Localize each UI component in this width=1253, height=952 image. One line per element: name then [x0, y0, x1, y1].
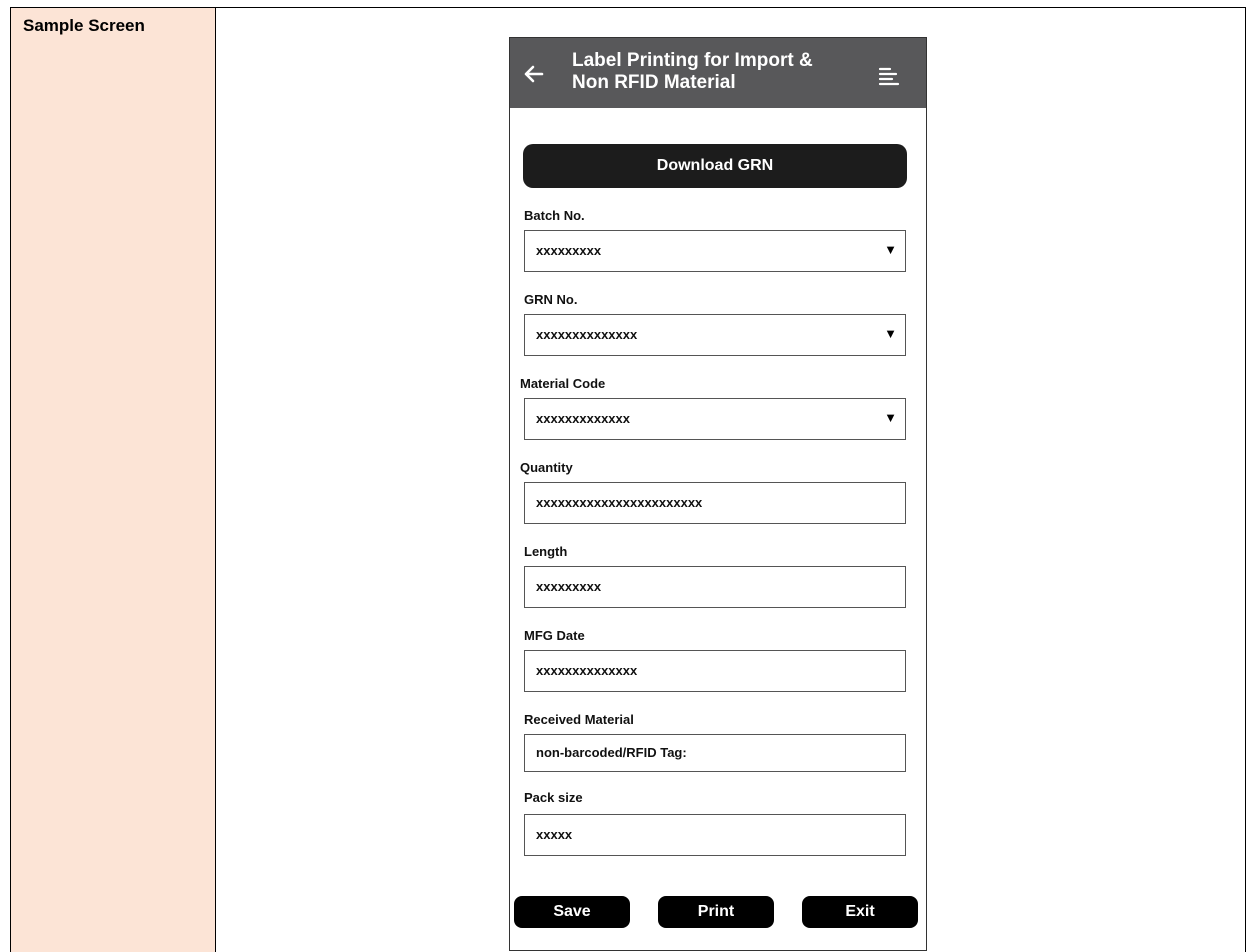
batch-no-label: Batch No.: [524, 208, 585, 223]
document-table: Sample Screen Label Printing for Import …: [10, 7, 1246, 952]
length-input[interactable]: xxxxxxxxx: [524, 566, 906, 608]
grn-no-select[interactable]: xxxxxxxxxxxxxx ▼: [524, 314, 906, 356]
quantity-input[interactable]: xxxxxxxxxxxxxxxxxxxxxxx: [524, 482, 906, 524]
dropdown-caret-icon: ▼: [884, 242, 897, 257]
page-title-line1: Label Printing for Import &: [572, 50, 813, 71]
pack-size-label: Pack size: [524, 790, 583, 805]
back-arrow-icon[interactable]: [522, 64, 544, 84]
batch-no-value: xxxxxxxxx: [536, 243, 602, 258]
exit-button[interactable]: Exit: [802, 896, 918, 928]
page-title-line2: Non RFID Material: [572, 72, 736, 93]
page-title: Label Printing for Import & Non RFID Mat…: [572, 50, 872, 94]
pack-size-value: xxxxx: [536, 827, 573, 842]
label-cell: Sample Screen: [11, 8, 216, 952]
batch-no-select[interactable]: xxxxxxxxx ▼: [524, 230, 906, 272]
length-label: Length: [524, 544, 568, 559]
received-material-label: Received Material: [524, 712, 634, 727]
app-header: Label Printing for Import & Non RFID Mat…: [510, 38, 926, 108]
grn-no-value: xxxxxxxxxxxxxx: [536, 327, 638, 342]
grn-no-label: GRN No.: [524, 292, 578, 307]
menu-icon[interactable]: [878, 66, 900, 88]
sample-screen-label: Sample Screen: [23, 16, 145, 35]
download-grn-button[interactable]: Download GRN: [523, 144, 907, 188]
mfg-date-label: MFG Date: [524, 628, 585, 643]
quantity-value: xxxxxxxxxxxxxxxxxxxxxxx: [536, 495, 703, 510]
mfg-date-value: xxxxxxxxxxxxxx: [536, 663, 638, 678]
print-button[interactable]: Print: [658, 896, 774, 928]
dropdown-caret-icon: ▼: [884, 326, 897, 341]
material-code-label: Material Code: [520, 376, 606, 391]
received-material-input[interactable]: non-barcoded/RFID Tag:: [524, 734, 906, 772]
mfg-date-input[interactable]: xxxxxxxxxxxxxx: [524, 650, 906, 692]
received-material-value: non-barcoded/RFID Tag:: [536, 745, 687, 760]
quantity-label: Quantity: [520, 460, 573, 475]
material-code-value: xxxxxxxxxxxxx: [536, 411, 630, 426]
length-value: xxxxxxxxx: [536, 579, 602, 594]
material-code-select[interactable]: xxxxxxxxxxxxx ▼: [524, 398, 906, 440]
pack-size-input[interactable]: xxxxx: [524, 814, 906, 856]
save-button[interactable]: Save: [514, 896, 630, 928]
phone-screen: Label Printing for Import & Non RFID Mat…: [509, 37, 927, 951]
dropdown-caret-icon: ▼: [884, 410, 897, 425]
